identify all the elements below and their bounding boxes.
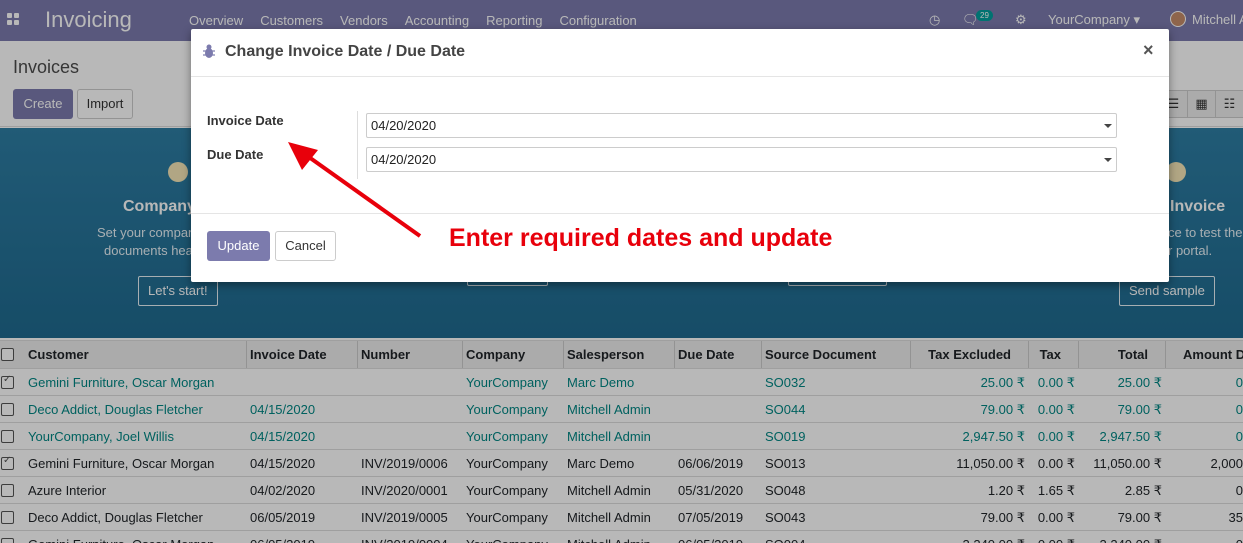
due-date-value: 04/20/2020 [371,152,437,167]
annotation-text: Enter required dates and update [449,224,833,252]
dialog-title: Change Invoice Date / Due Date [225,43,466,60]
due-date-field[interactable]: 04/20/2020 [366,147,1117,172]
close-icon[interactable]: × [1143,40,1154,60]
update-button[interactable]: Update [207,231,270,261]
invoice-date-field[interactable]: 04/20/2020 [366,113,1117,138]
cancel-button[interactable]: Cancel [275,231,336,261]
invoice-date-label: Invoice Date [207,113,284,128]
bug-icon [203,44,215,58]
field-divider [357,111,358,179]
chevron-down-icon[interactable] [1104,158,1112,162]
dialog-header: Change Invoice Date / Due Date × [191,29,1169,77]
due-date-label: Due Date [207,147,264,162]
invoice-date-value: 04/20/2020 [371,118,437,133]
chevron-down-icon[interactable] [1104,124,1112,128]
